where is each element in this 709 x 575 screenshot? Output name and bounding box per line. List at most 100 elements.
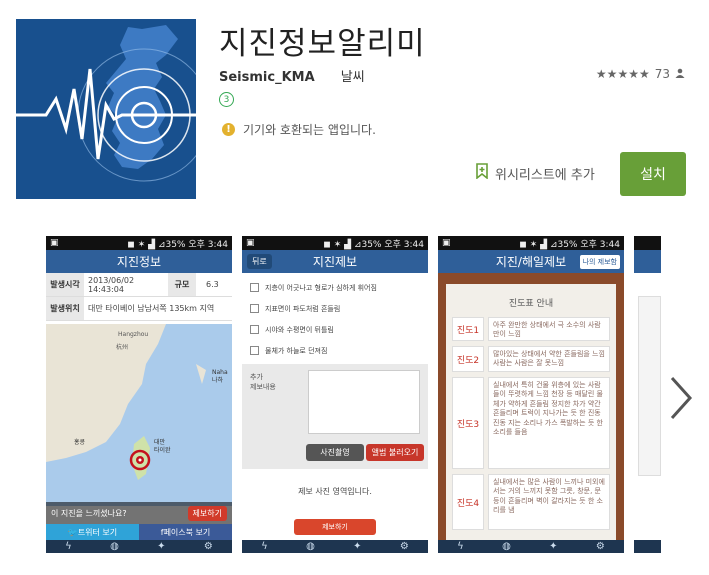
- run-icon[interactable]: ✦: [549, 541, 557, 552]
- gear-icon[interactable]: ⚙: [596, 541, 605, 552]
- gear-icon[interactable]: ⚙: [204, 541, 213, 552]
- status-icons: ◼ ✶ ▟ ⊿35%: [127, 239, 186, 250]
- status-bar: [634, 236, 661, 250]
- install-button[interactable]: 설치: [620, 152, 686, 196]
- image-icon: ▣: [442, 238, 451, 248]
- twitter-icon: 🐦: [67, 527, 78, 537]
- screen-title-bar: [634, 250, 661, 273]
- wishlist-label: 위시리스트에 추가: [495, 167, 595, 183]
- screenshot-4-partial[interactable]: [634, 236, 661, 553]
- lightning-icon[interactable]: ϟ: [65, 541, 72, 552]
- take-photo-button[interactable]: 사진촬영: [306, 444, 364, 461]
- intensity-card: 진도표 안내 진도1 아주 완만한 상태에서 극 소수의 사람만이 느낌 진도2 많…: [446, 284, 616, 540]
- intensity-label: 진도1: [452, 317, 484, 341]
- feel-question: 이 지진을 느끼셨나요?: [51, 508, 127, 518]
- tab-bar: [634, 540, 661, 553]
- age-rating-badge: 3: [219, 92, 234, 107]
- wave-icon[interactable]: ◍: [110, 541, 119, 552]
- lightning-icon[interactable]: ϟ: [457, 541, 464, 552]
- compat-notice: ! 기기와 호환되는 앱입니다.: [222, 121, 376, 138]
- back-button[interactable]: 뒤로: [247, 254, 272, 269]
- intensity-row: 진도1 아주 완만한 상태에서 극 소수의 사람만이 느낌: [452, 317, 610, 341]
- svg-text:타이완: 타이완: [154, 446, 171, 454]
- status-time: 오후 3:44: [188, 239, 228, 250]
- row-value: 6.3: [206, 280, 219, 289]
- run-icon[interactable]: ✦: [157, 541, 165, 552]
- facebook-button[interactable]: f 페이스북 보기: [139, 524, 232, 540]
- add-content-area: 추가 제보내용 사진촬영 앨범 불러오기: [242, 364, 428, 469]
- share-bar: 🐦 트위터 보기 f 페이스북 보기: [46, 524, 232, 540]
- svg-text:Naha: Naha: [212, 369, 228, 376]
- status-time: 오후 3:44: [384, 239, 424, 250]
- check-label: 지층이 어긋나고 형로가 심하게 휘어짐: [265, 283, 377, 292]
- tab-bar: ϟ ◍ ✦ ⚙: [242, 540, 428, 553]
- intensity-label: 진도3: [452, 377, 484, 469]
- lightning-icon[interactable]: ϟ: [261, 541, 268, 552]
- wave-icon[interactable]: ◍: [502, 541, 511, 552]
- svg-text:杭州: 杭州: [116, 343, 128, 351]
- gear-icon[interactable]: ⚙: [400, 541, 409, 552]
- run-icon[interactable]: ✦: [353, 541, 361, 552]
- checkbox[interactable]: [250, 304, 259, 313]
- intensity-desc: 실내에서는 많은 사람이 느끼나 미외에서는 거의 느끼지 못함 그릇, 창문,…: [488, 474, 610, 530]
- intensity-desc: 많아있는 상태에서 약한 흔들림을 느낌 사람는 사람은 잘 못느낌: [488, 346, 610, 372]
- screen-title: 지진정보: [46, 250, 232, 273]
- content-textarea[interactable]: [308, 370, 420, 434]
- row-value: 대만 타이베이 남남서쪽 135km 지역: [88, 304, 215, 313]
- screen-title: 지진/해일제보: [495, 255, 567, 269]
- feel-question-bar: 이 지진을 느끼셨나요? 제보하기: [46, 502, 232, 524]
- bookmark-add-icon: [476, 163, 488, 183]
- status-icons: ◼ ✶ ▟ ⊿35%: [519, 239, 578, 250]
- status-time: 오후 3:44: [580, 239, 620, 250]
- screen-title: 지진제보: [312, 255, 358, 269]
- wishlist-button[interactable]: 위시리스트에 추가: [476, 163, 595, 183]
- screenshot-3[interactable]: ▣ ◼ ✶ ▟ ⊿35% 오후 3:44 지진/해일제보 나의 제보함 진도표 안…: [438, 236, 624, 553]
- svg-text:Hangzhou: Hangzhou: [118, 331, 148, 338]
- app-icon: [16, 19, 196, 199]
- check-item[interactable]: 지표면이 파도처럼 흔들림: [242, 298, 428, 319]
- chevron-right-icon[interactable]: [668, 374, 694, 434]
- my-report-button[interactable]: 나의 제보함: [579, 255, 620, 269]
- check-item[interactable]: 물체가 하늘로 던져짐: [242, 340, 428, 361]
- image-icon: ▣: [246, 238, 255, 248]
- load-album-button[interactable]: 앨범 불러오기: [366, 444, 424, 461]
- checkbox[interactable]: [250, 283, 259, 292]
- intensity-label: 진도2: [452, 346, 484, 372]
- status-bar: ▣ ◼ ✶ ▟ ⊿35% 오후 3:44: [46, 236, 232, 250]
- submit-report-button[interactable]: 제보하기: [294, 519, 376, 535]
- screen-title-bar: 뒤로 지진제보: [242, 250, 428, 273]
- map-view[interactable]: Hangzhou 杭州 대만 타이완 홍콩 Naha 나하: [46, 324, 232, 506]
- tab-bar: ϟ ◍ ✦ ⚙: [46, 540, 232, 553]
- tab-bar: ϟ ◍ ✦ ⚙: [438, 540, 624, 553]
- app-title: 지진정보알리미: [219, 26, 426, 62]
- intensity-row: 진도4 실내에서는 많은 사람이 느끼나 미외에서는 거의 느끼지 못함 그릇, …: [452, 474, 610, 530]
- row-value: 2013/06/02 14:43:04: [88, 275, 135, 294]
- rating: ★★★★★ 73: [596, 67, 685, 81]
- check-item[interactable]: 지층이 어긋나고 형로가 심하게 휘어짐: [242, 277, 428, 298]
- twitter-label: 트위터 보기: [77, 527, 118, 537]
- screenshot-2[interactable]: ▣ ◼ ✶ ▟ ⊿35% 오후 3:44 뒤로 지진제보 지층이 어긋나고 형로가…: [242, 236, 428, 553]
- checkbox[interactable]: [250, 346, 259, 355]
- info-row: 발생위치 대만 타이베이 남남서쪽 135km 지역: [46, 297, 232, 321]
- status-bar: ▣ ◼ ✶ ▟ ⊿35% 오후 3:44: [438, 236, 624, 250]
- facebook-label: 페이스북 보기: [163, 527, 211, 537]
- checkbox[interactable]: [250, 325, 259, 334]
- intensity-label: 진도4: [452, 474, 484, 530]
- screenshot-1[interactable]: ▣ ◼ ✶ ▟ ⊿35% 오후 3:44 지진정보 발생시각 2013/06/02…: [46, 236, 232, 553]
- report-button[interactable]: 제보하기: [187, 505, 227, 521]
- category-link[interactable]: 날씨: [341, 70, 365, 85]
- person-icon: [675, 67, 685, 81]
- row-label: 발생시각: [46, 273, 84, 296]
- svg-text:나하: 나하: [212, 376, 224, 384]
- svg-text:대만: 대만: [154, 438, 166, 446]
- wave-icon[interactable]: ◍: [306, 541, 315, 552]
- info-icon: !: [222, 123, 235, 136]
- twitter-button[interactable]: 🐦 트위터 보기: [46, 524, 139, 540]
- developer-row: Seismic_KMA 날씨: [219, 66, 365, 85]
- check-item[interactable]: 시야와 수평면이 뒤틀림: [242, 319, 428, 340]
- screen-title-bar: 지진/해일제보 나의 제보함: [438, 250, 624, 273]
- check-label: 지표면이 파도처럼 흔들림: [265, 304, 341, 313]
- developer-link[interactable]: Seismic_KMA: [219, 70, 315, 85]
- image-icon: ▣: [50, 238, 59, 248]
- intensity-desc: 실내에서 특히 건물 위층에 있는 사람들이 뚜렷하게 느낌 천장 등 매달린 …: [488, 377, 610, 469]
